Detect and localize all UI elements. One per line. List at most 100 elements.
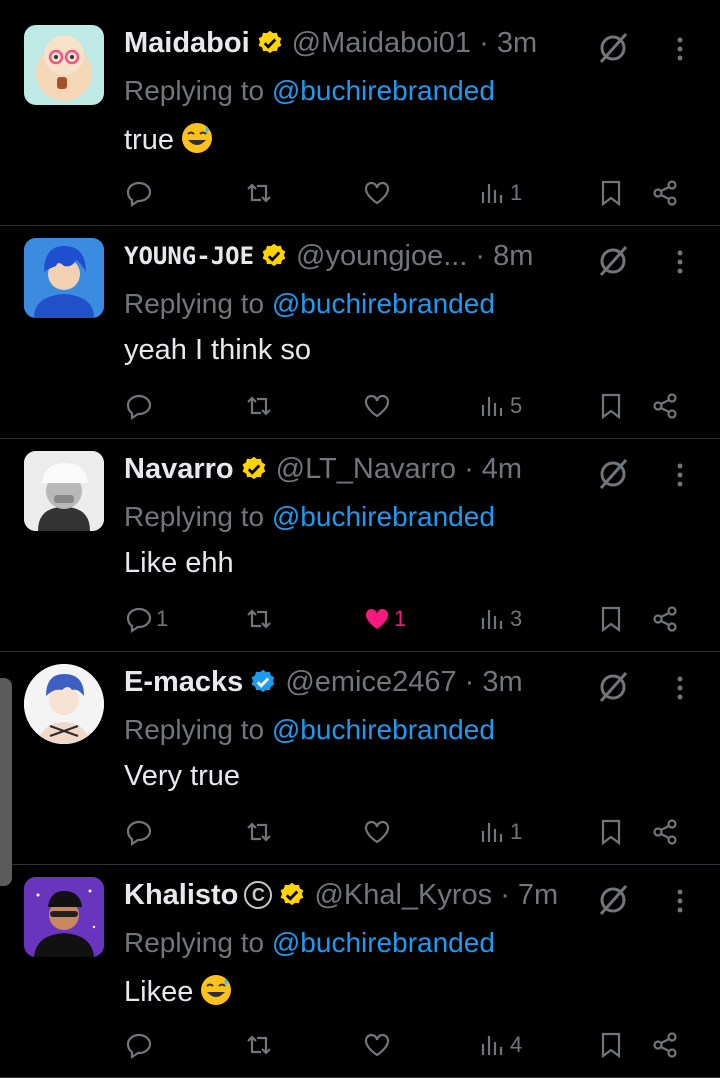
- tweet-text: yeah I think so: [124, 334, 311, 366]
- views-button[interactable]: 3: [478, 599, 522, 639]
- avatar[interactable]: [24, 451, 104, 531]
- repost-icon: [247, 822, 271, 842]
- like-button[interactable]: 1: [362, 599, 406, 639]
- display-name[interactable]: Navarro: [124, 453, 234, 486]
- reply-icon: [126, 181, 152, 208]
- tweet-text-body: true: [124, 124, 174, 156]
- reply-tweet[interactable]: YOUNG-JOE @youngjoe... · 8m Replying to …: [0, 226, 720, 439]
- share-button[interactable]: [650, 386, 680, 426]
- gold-verified-icon[interactable]: [260, 242, 288, 270]
- share-icon: [653, 819, 677, 845]
- share-button[interactable]: [650, 812, 680, 852]
- handle-time[interactable]: @LT_Navarro · 4m: [276, 453, 522, 486]
- repost-button[interactable]: [244, 173, 274, 213]
- action-bar: 1: [0, 173, 720, 213]
- repost-button[interactable]: [244, 812, 274, 852]
- like-button[interactable]: [362, 386, 394, 426]
- reply-button[interactable]: [124, 812, 156, 852]
- repost-button[interactable]: [244, 386, 274, 426]
- handle-time[interactable]: @Maidaboi01 · 3m: [292, 27, 537, 60]
- mention-link[interactable]: @buchirebranded: [272, 501, 495, 532]
- views-button[interactable]: 4: [478, 1025, 522, 1065]
- handle-time[interactable]: @Khal_Kyros · 7m: [314, 879, 558, 912]
- grok-icon[interactable]: [596, 244, 630, 278]
- avatar[interactable]: [24, 877, 104, 957]
- reply-button[interactable]: [124, 386, 156, 426]
- display-name[interactable]: Khalisto: [124, 879, 238, 912]
- bookmark-button[interactable]: [596, 386, 626, 426]
- blue-verified-icon[interactable]: [249, 668, 277, 696]
- mention-link[interactable]: @buchirebranded: [272, 288, 495, 319]
- more-options-icon[interactable]: [664, 246, 696, 278]
- share-button[interactable]: [650, 173, 680, 213]
- share-icon: [653, 393, 677, 419]
- action-bar: 4: [0, 1025, 720, 1065]
- sweat-smile-emoji: [201, 975, 232, 1005]
- display-name[interactable]: YOUNG-JOE: [124, 242, 254, 270]
- replying-to: Replying to @buchirebranded: [124, 501, 495, 533]
- edge-scroll-handle[interactable]: [0, 678, 12, 886]
- grok-icon[interactable]: [596, 670, 630, 704]
- bookmark-icon: [601, 180, 621, 207]
- share-button[interactable]: [650, 1025, 680, 1065]
- mention-link[interactable]: @buchirebranded: [272, 927, 495, 958]
- repost-button[interactable]: [244, 599, 274, 639]
- more-options-icon[interactable]: [664, 33, 696, 65]
- avatar[interactable]: [24, 664, 104, 744]
- mention-link[interactable]: @buchirebranded: [272, 714, 495, 745]
- avatar[interactable]: [24, 25, 104, 105]
- more-options-icon[interactable]: [664, 672, 696, 704]
- heart-icon: [364, 1033, 390, 1057]
- display-name[interactable]: E-macks: [124, 666, 243, 699]
- handle-time[interactable]: @emice2467 · 3m: [285, 666, 522, 699]
- gold-verified-icon[interactable]: [278, 881, 306, 909]
- like-button[interactable]: [362, 812, 394, 852]
- reply-tweet[interactable]: E-macks @emice2467 · 3m Replying to @buc…: [0, 652, 720, 865]
- reply-prefix: Replying to: [124, 75, 265, 106]
- handle-time[interactable]: @youngjoe... · 8m: [296, 240, 533, 273]
- grok-icon[interactable]: [596, 883, 630, 917]
- repost-icon: [247, 1035, 271, 1055]
- more-options-icon[interactable]: [664, 885, 696, 917]
- gold-verified-icon[interactable]: [240, 455, 268, 483]
- view-count: 1: [510, 180, 523, 205]
- grok-icon[interactable]: [596, 457, 630, 491]
- repost-icon: [247, 609, 271, 629]
- reply-tweet[interactable]: Navarro @LT_Navarro · 4m Replying to @bu…: [0, 439, 720, 652]
- like-button[interactable]: [362, 1025, 394, 1065]
- bookmark-icon: [601, 393, 621, 420]
- share-button[interactable]: [650, 599, 680, 639]
- bookmark-button[interactable]: [596, 173, 626, 213]
- reply-button[interactable]: 1: [124, 599, 168, 639]
- bookmark-button[interactable]: [596, 599, 626, 639]
- tweet-header: E-macks @emice2467 · 3m: [124, 664, 523, 700]
- bookmark-button[interactable]: [596, 812, 626, 852]
- grok-icon[interactable]: [596, 31, 630, 65]
- gold-verified-icon[interactable]: [256, 29, 284, 57]
- reply-button[interactable]: [124, 1025, 156, 1065]
- reply-button[interactable]: [124, 173, 156, 213]
- reply-prefix: Replying to: [124, 501, 265, 532]
- mention-link[interactable]: @buchirebranded: [272, 75, 495, 106]
- action-bar: 1 1 3: [0, 599, 720, 639]
- views-button[interactable]: 1: [478, 173, 522, 213]
- more-options-icon[interactable]: [664, 459, 696, 491]
- tweet-text-body: Likee: [124, 976, 194, 1008]
- heart-icon: [364, 181, 390, 205]
- like-count: 1: [394, 606, 407, 631]
- heart-icon: [364, 394, 390, 418]
- reply-prefix: Replying to: [124, 288, 265, 319]
- avatar[interactable]: [24, 238, 104, 318]
- views-button[interactable]: 1: [478, 812, 522, 852]
- views-button[interactable]: 5: [478, 386, 522, 426]
- reply-tweet[interactable]: Maidaboi @Maidaboi01 · 3m Replying to @b…: [0, 13, 720, 226]
- action-bar: 1: [0, 812, 720, 852]
- bookmark-button[interactable]: [596, 1025, 626, 1065]
- like-button[interactable]: [362, 173, 394, 213]
- reply-icon: [126, 607, 152, 634]
- display-name[interactable]: Maidaboi: [124, 27, 250, 60]
- reply-icon: [126, 394, 152, 421]
- reply-tweet[interactable]: Khalisto C @Khal_Kyros · 7m Replying to …: [0, 865, 720, 1078]
- repost-button[interactable]: [244, 1025, 274, 1065]
- reply-prefix: Replying to: [124, 714, 265, 745]
